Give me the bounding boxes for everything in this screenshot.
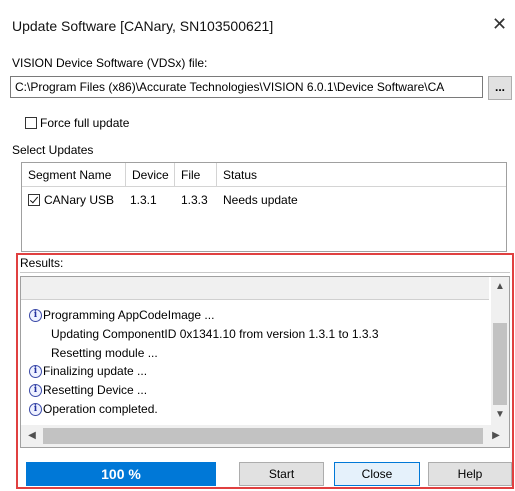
info-icon: i: [29, 403, 42, 416]
info-icon: i: [29, 365, 42, 378]
column-header-device[interactable]: Device: [126, 163, 175, 187]
results-log[interactable]: i Programming AppCodeImage ... Updating …: [20, 276, 510, 448]
close-icon[interactable]: ✕: [492, 14, 507, 34]
vertical-scroll-thumb[interactable]: [493, 323, 507, 405]
force-full-update-checkbox[interactable]: [25, 117, 37, 129]
horizontal-scrollbar[interactable]: ◀ ▶: [21, 425, 509, 447]
results-label: Results:: [20, 256, 64, 270]
chevron-down-icon[interactable]: ▼: [491, 409, 509, 420]
results-header-bar: [21, 277, 489, 300]
force-full-update-label: Force full update: [40, 116, 130, 130]
vertical-scrollbar[interactable]: ▲ ▼: [491, 277, 509, 425]
log-line: Resetting module ...: [51, 346, 158, 360]
chevron-up-icon[interactable]: ▲: [491, 281, 509, 292]
checkbox-icon[interactable]: [28, 194, 40, 206]
close-button[interactable]: Close: [334, 462, 420, 486]
chevron-right-icon[interactable]: ▶: [487, 430, 505, 441]
horizontal-scroll-thumb[interactable]: [43, 428, 483, 444]
column-header-segment-name[interactable]: Segment Name: [22, 163, 126, 187]
log-line: Resetting Device ...: [43, 383, 148, 397]
info-icon: i: [29, 309, 42, 322]
browse-button[interactable]: ...: [488, 76, 512, 100]
log-line: Updating ComponentID 0x1341.10 from vers…: [51, 327, 379, 341]
help-button[interactable]: Help: [428, 462, 512, 486]
progress-bar: 100 %: [26, 462, 216, 486]
row-status: Needs update: [223, 193, 298, 207]
vdsx-path-input[interactable]: C:\Program Files (x86)\Accurate Technolo…: [10, 76, 483, 98]
vdsx-file-label: VISION Device Software (VDSx) file:: [12, 56, 208, 70]
info-icon: i: [29, 384, 42, 397]
chevron-left-icon[interactable]: ◀: [23, 430, 41, 441]
log-line: Operation completed.: [43, 402, 158, 416]
start-button[interactable]: Start: [239, 462, 324, 486]
select-updates-label: Select Updates: [12, 143, 94, 157]
row-device-version: 1.3.1: [130, 193, 157, 207]
column-header-file[interactable]: File: [175, 163, 217, 187]
window-title: Update Software [CANary, SN103500621]: [12, 18, 274, 34]
log-line: Programming AppCodeImage ...: [43, 308, 215, 322]
row-segment-name: CANary USB: [44, 193, 115, 207]
updates-list: Segment Name Device File Status CANary U…: [21, 162, 507, 252]
results-divider: [20, 272, 510, 273]
row-file-version: 1.3.3: [181, 193, 208, 207]
column-header-status[interactable]: Status: [217, 163, 506, 187]
log-line: Finalizing update ...: [43, 364, 148, 378]
